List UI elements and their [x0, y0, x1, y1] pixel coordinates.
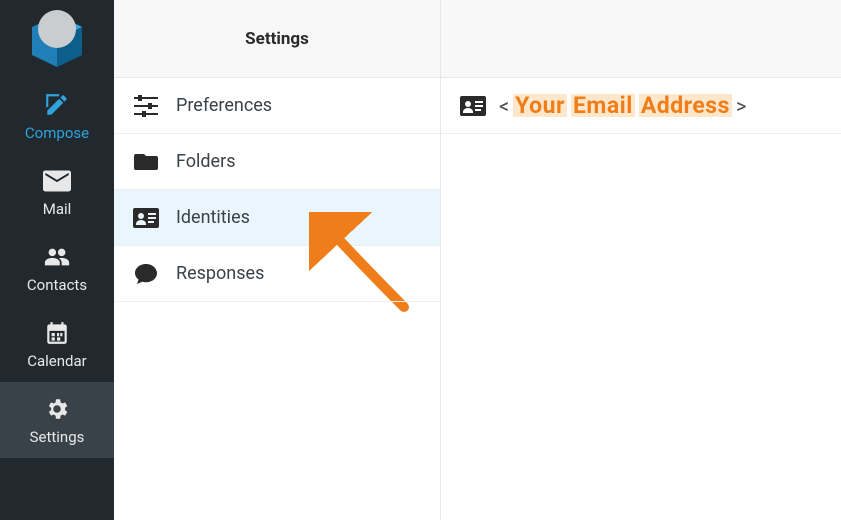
calendar-icon	[43, 320, 71, 346]
sliders-icon	[132, 92, 160, 120]
settings-item-label: Preferences	[176, 95, 272, 116]
settings-item-identities[interactable]: Identities	[114, 190, 440, 246]
nav-settings[interactable]: Settings	[0, 382, 114, 458]
settings-item-label: Folders	[176, 151, 236, 172]
nav-contacts[interactable]: Contacts	[0, 230, 114, 306]
content-header	[441, 0, 841, 78]
identity-row[interactable]: < YourEmailAddress >	[441, 78, 841, 134]
nav-contacts-label: Contacts	[27, 276, 87, 294]
app-root: Compose Mail Contacts Calendar Settings	[0, 0, 841, 520]
id-card-icon	[132, 204, 160, 232]
settings-item-folders[interactable]: Folders	[114, 134, 440, 190]
chat-bubble-icon	[132, 260, 160, 288]
mail-icon	[43, 168, 71, 194]
close-bracket: >	[734, 94, 748, 118]
settings-item-preferences[interactable]: Preferences	[114, 78, 440, 134]
settings-item-label: Responses	[176, 263, 264, 284]
folder-icon	[132, 148, 160, 176]
settings-header: Settings	[114, 0, 440, 78]
main-navbar: Compose Mail Contacts Calendar Settings	[0, 0, 114, 520]
id-card-icon	[459, 92, 487, 120]
gear-icon	[43, 396, 71, 422]
settings-list-column: Settings Preferences Folders Identities	[114, 0, 441, 520]
nav-mail[interactable]: Mail	[0, 154, 114, 230]
settings-item-responses[interactable]: Responses	[114, 246, 440, 302]
nav-settings-label: Settings	[30, 428, 85, 446]
nav-compose-label: Compose	[25, 124, 89, 142]
app-logo	[0, 0, 114, 78]
nav-calendar[interactable]: Calendar	[0, 306, 114, 382]
logo-icon	[22, 7, 92, 71]
contacts-icon	[43, 244, 71, 270]
nav-calendar-label: Calendar	[27, 352, 87, 370]
nav-compose[interactable]: Compose	[0, 78, 114, 154]
identity-email-placeholder: YourEmailAddress	[511, 92, 734, 119]
settings-item-label: Identities	[176, 207, 250, 228]
open-bracket: <	[497, 94, 511, 118]
content-column: < YourEmailAddress >	[441, 0, 841, 520]
nav-mail-label: Mail	[43, 200, 72, 218]
compose-icon	[43, 92, 71, 118]
